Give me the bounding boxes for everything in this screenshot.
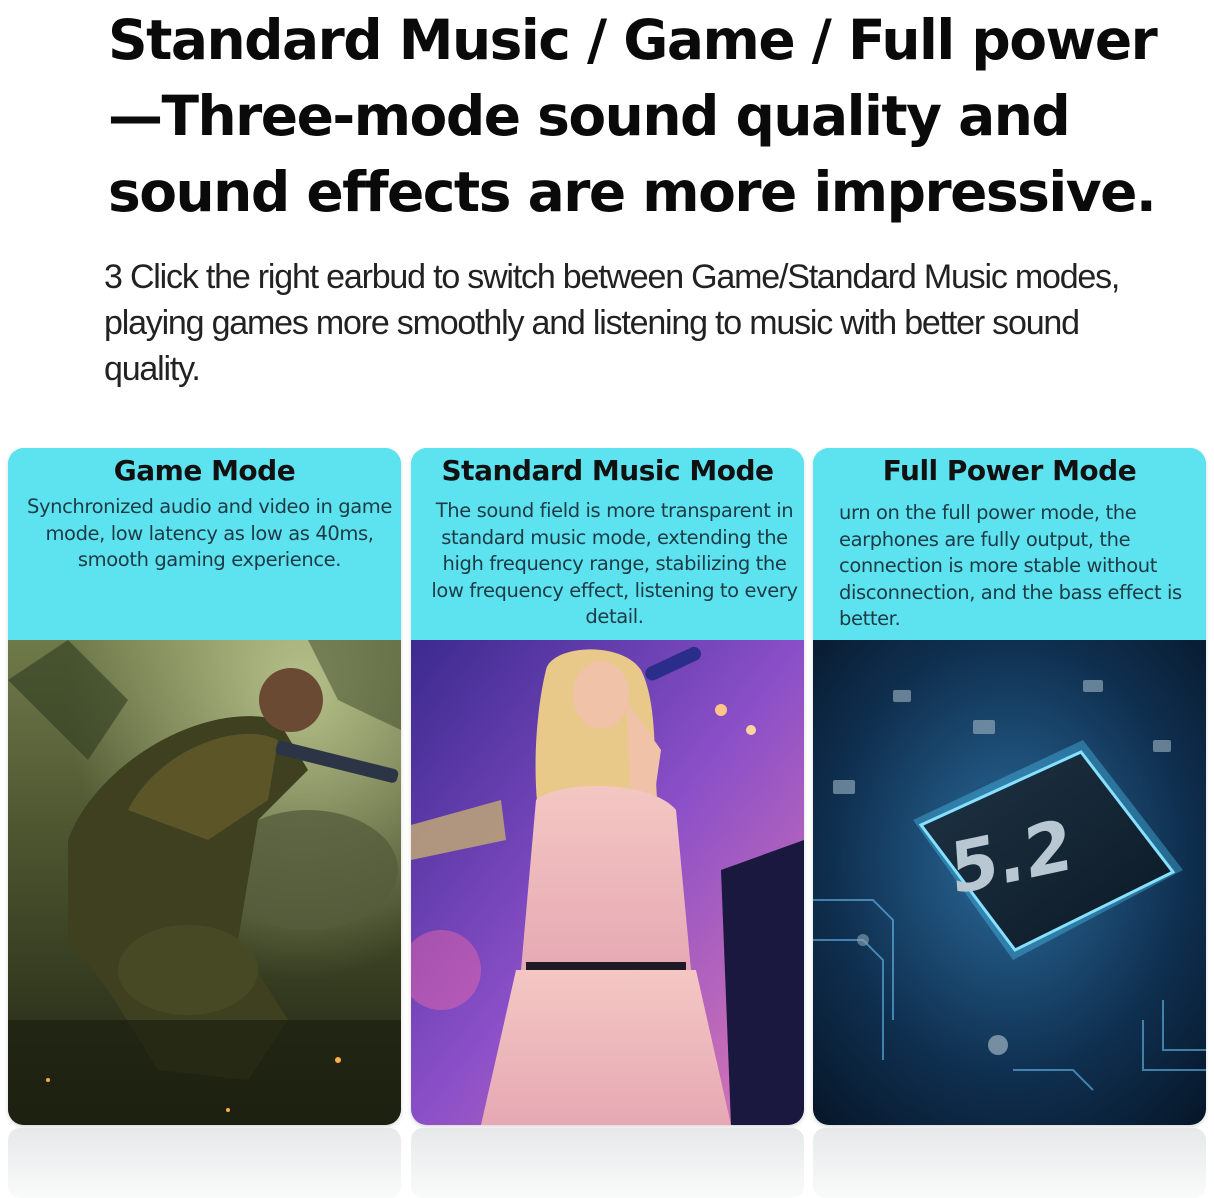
card-description: Synchronized audio and video in game mod… bbox=[27, 495, 392, 571]
card-description: urn on the full power mode, the earphone… bbox=[839, 501, 1182, 630]
mode-cards: Game Mode Synchronized audio and video i… bbox=[8, 448, 1208, 1198]
headline-line-1: Standard Music / Game / Full power bbox=[108, 8, 1158, 72]
headline: Standard Music / Game / Full power —Thre… bbox=[108, 2, 1208, 230]
singer-music-image bbox=[411, 640, 804, 1125]
card-reflection bbox=[411, 1128, 804, 1198]
card-header: Game Mode Synchronized audio and video i… bbox=[8, 448, 401, 640]
card-reflection bbox=[813, 1128, 1206, 1198]
card-standard-music-mode: Standard Music Mode The sound field is m… bbox=[411, 448, 804, 1125]
description-text: 3 Click the right earbud to switch betwe… bbox=[104, 258, 1120, 388]
headline-line-3: sound effects are more impressive. bbox=[108, 160, 1157, 224]
headline-line-2: —Three-mode sound quality and bbox=[108, 84, 1071, 148]
card-header: Standard Music Mode The sound field is m… bbox=[411, 448, 804, 640]
card-title: Full Power Mode bbox=[882, 454, 1137, 487]
card-reflection bbox=[8, 1128, 401, 1198]
bluetooth-chip-image: 5.2 bbox=[813, 640, 1206, 1125]
soldier-game-image bbox=[8, 640, 401, 1125]
card-full-power-mode: Full Power Mode urn on the full power mo… bbox=[813, 448, 1206, 1125]
card-title: Game Mode bbox=[113, 454, 296, 487]
card-title: Standard Music Mode bbox=[441, 454, 774, 487]
card-game-mode: Game Mode Synchronized audio and video i… bbox=[8, 448, 401, 1125]
card-header: Full Power Mode urn on the full power mo… bbox=[813, 448, 1206, 640]
card-description: The sound field is more transparent in s… bbox=[431, 499, 798, 628]
